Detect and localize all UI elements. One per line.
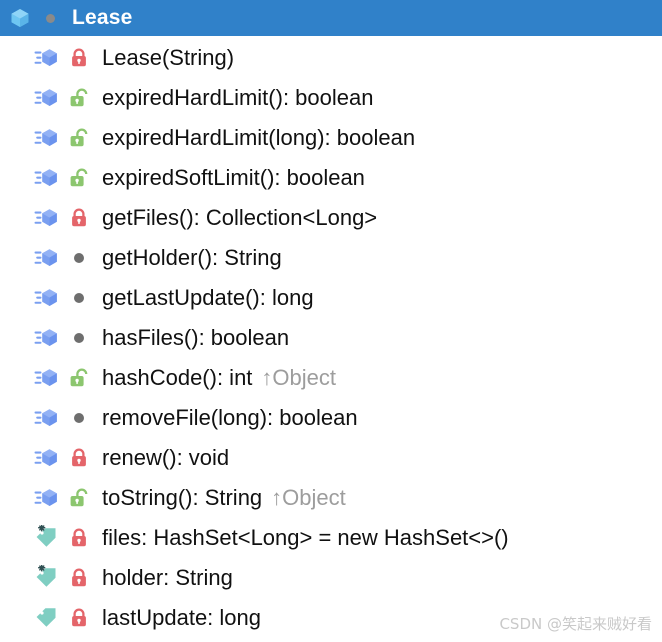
member-label: holder: String (102, 565, 233, 590)
lock-closed-icon (72, 528, 86, 547)
dot-icon (68, 407, 90, 429)
lock-open-icon (70, 128, 88, 147)
member-label: files: HashSet<Long> = new HashSet<>() (102, 525, 509, 550)
panel-header: Lease (0, 0, 662, 36)
member-row[interactable]: Lease(String) (0, 38, 662, 78)
lock-closed-icon (72, 568, 86, 587)
member-label: toString(): String (102, 485, 263, 510)
member-row[interactable]: toString(): String ↑Object (0, 478, 662, 518)
method-icon (34, 129, 57, 146)
method-icon (34, 249, 57, 266)
method-icon (34, 369, 57, 386)
member-label: hasFiles(): boolean (102, 325, 290, 350)
field-icon (36, 608, 56, 627)
override-marker: ↑Object (261, 365, 337, 390)
member-label: Lease(String) (102, 45, 235, 70)
member-label: getFiles(): Collection<Long> (102, 205, 378, 230)
member-row[interactable]: holder: String (0, 558, 662, 598)
lock-closed-icon (72, 448, 86, 467)
field-final-icon (36, 565, 56, 587)
dot-icon (68, 247, 90, 269)
member-label: expiredHardLimit(): boolean (102, 85, 374, 110)
method-icon (34, 489, 57, 506)
member-row[interactable]: getFiles(): Collection<Long> (0, 198, 662, 238)
lock-open-icon (70, 88, 88, 107)
member-row[interactable]: expiredSoftLimit(): boolean (0, 158, 662, 198)
package-private-dot-icon (38, 6, 62, 30)
member-row[interactable]: hasFiles(): boolean (0, 318, 662, 358)
member-row[interactable]: getHolder(): String (0, 238, 662, 278)
lock-open-icon (70, 488, 88, 507)
lock-closed-icon (72, 48, 86, 67)
lock-open-icon (70, 368, 88, 387)
lock-closed-icon (72, 608, 86, 627)
member-row[interactable]: renew(): void (0, 438, 662, 478)
member-row[interactable]: hashCode(): int ↑Object (0, 358, 662, 398)
member-label: hashCode(): int (102, 365, 253, 390)
method-icon (34, 409, 57, 426)
member-row[interactable]: expiredHardLimit(long): boolean (0, 118, 662, 158)
field-final-icon (36, 525, 56, 547)
structure-panel: Lease Lease(String) expiredHardLimit(): b… (0, 0, 662, 642)
method-icon (34, 449, 57, 466)
member-label: getLastUpdate(): long (102, 285, 314, 310)
member-label: expiredHardLimit(long): boolean (102, 125, 416, 150)
method-icon (34, 89, 57, 106)
page-title: Lease (72, 6, 133, 29)
member-label: renew(): void (102, 445, 230, 470)
method-icon (34, 49, 57, 66)
override-marker: ↑Object (271, 485, 346, 510)
dot-icon (68, 287, 90, 309)
member-label: lastUpdate: long (102, 605, 261, 630)
member-row[interactable]: removeFile(long): boolean (0, 398, 662, 438)
member-label: expiredSoftLimit(): boolean (102, 165, 365, 190)
class-cube-icon (11, 9, 29, 27)
lock-closed-icon (72, 208, 86, 227)
lock-open-icon (70, 168, 88, 187)
method-icon (34, 169, 57, 186)
member-row[interactable]: getLastUpdate(): long (0, 278, 662, 318)
member-row[interactable]: files: HashSet<Long> = new HashSet<>() (0, 518, 662, 558)
member-row[interactable]: expiredHardLimit(): boolean (0, 78, 662, 118)
member-label: removeFile(long): boolean (102, 405, 358, 430)
member-list: Lease(String) expiredHardLimit(): boolean… (0, 36, 662, 638)
watermark: CSDN @笑起来贼好看 (499, 615, 652, 633)
method-icon (34, 209, 57, 226)
method-icon (34, 289, 57, 306)
method-icon (34, 329, 57, 346)
dot-icon (68, 327, 90, 349)
member-label: getHolder(): String (102, 245, 282, 270)
